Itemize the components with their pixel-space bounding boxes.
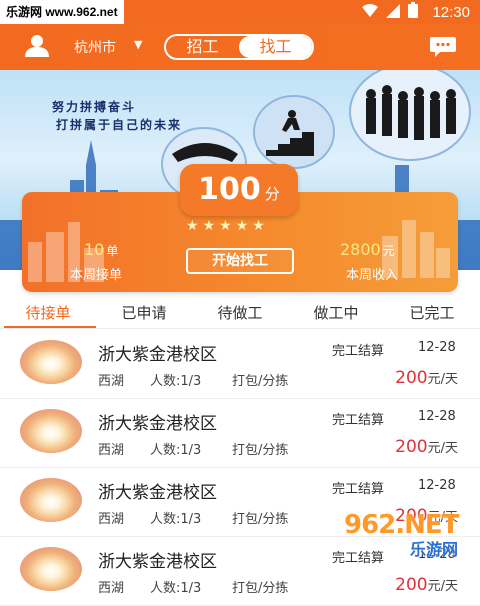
orders-number: 10 bbox=[84, 240, 105, 259]
orders-unit: 单 bbox=[106, 244, 119, 258]
battery-icon bbox=[408, 2, 419, 22]
star-icon: ★ bbox=[252, 218, 265, 234]
job-title: 浙大紫金港校区 bbox=[98, 414, 217, 434]
job-price-value: 200 bbox=[395, 368, 428, 388]
job-list: 浙大紫金港校区 完工结算 12-28 西湖 人数:1/3 打包/分拣 200元/… bbox=[0, 330, 480, 606]
job-thumbnail bbox=[20, 478, 82, 522]
job-title: 浙大紫金港校区 bbox=[98, 483, 217, 503]
job-thumbnail bbox=[20, 409, 82, 453]
job-headcount: 人数:1/3 bbox=[150, 443, 202, 458]
status-bar: 乐游网 www.962.net 12:30 bbox=[0, 0, 480, 24]
job-price: 200元/天 bbox=[395, 368, 458, 388]
wifi-icon bbox=[362, 3, 379, 22]
job-work-type: 打包/分拣 bbox=[232, 374, 289, 389]
app-bar: 杭州市 ▼ 招工 找工 bbox=[0, 24, 480, 70]
job-work-type: 打包/分拣 bbox=[232, 512, 289, 527]
user-icon[interactable] bbox=[24, 35, 50, 61]
job-date: 12-28 bbox=[418, 478, 456, 493]
job-settlement: 完工结算 bbox=[332, 413, 385, 428]
job-settlement: 完工结算 bbox=[332, 344, 385, 359]
rating-stars: ★ ★ ★ ★ ★ bbox=[186, 218, 265, 234]
banner-slogan-line2: 打拼属于自己的未来 bbox=[56, 118, 183, 132]
signal-icon bbox=[386, 3, 401, 22]
weekly-income-value: 2800 元 bbox=[340, 240, 395, 259]
tab-applied[interactable]: 已申请 bbox=[96, 298, 192, 328]
job-work-type: 打包/分拣 bbox=[232, 581, 289, 596]
star-icon: ★ bbox=[186, 218, 199, 234]
star-icon: ★ bbox=[219, 218, 232, 234]
job-date: 12-28 bbox=[418, 409, 456, 424]
job-title: 浙大紫金港校区 bbox=[98, 552, 217, 572]
weekly-orders-value: 10 单 bbox=[84, 240, 118, 259]
income-unit: 元 bbox=[382, 244, 395, 258]
job-price: 200元/天 bbox=[395, 575, 458, 595]
tab-to-work[interactable]: 待做工 bbox=[192, 298, 288, 328]
watermark-logo-text: 乐游网 bbox=[410, 540, 459, 559]
status-time: 12:30 bbox=[432, 3, 470, 21]
job-headcount: 人数:1/3 bbox=[150, 512, 202, 527]
job-price-value: 200 bbox=[395, 437, 428, 457]
score-unit: 分 bbox=[264, 185, 280, 203]
star-icon: ★ bbox=[202, 218, 216, 234]
chevron-down-icon[interactable]: ▼ bbox=[134, 38, 142, 51]
star-icon: ★ bbox=[235, 218, 249, 234]
job-area: 西湖 bbox=[98, 581, 125, 596]
job-list-item[interactable]: 浙大紫金港校区 完工结算 12-28 西湖 人数:1/3 打包/分拣 200元/… bbox=[0, 399, 480, 468]
job-headcount: 人数:1/3 bbox=[150, 581, 202, 596]
tab-completed[interactable]: 已完工 bbox=[384, 298, 480, 328]
score-badge: 100 分 bbox=[180, 164, 298, 216]
weekly-orders-label: 本周接单 bbox=[70, 268, 123, 283]
tab-pending[interactable]: 待接单 bbox=[0, 298, 96, 328]
job-price-value: 200 bbox=[395, 575, 428, 595]
job-price-unit: 元/天 bbox=[427, 579, 458, 594]
job-work-type: 打包/分拣 bbox=[232, 443, 289, 458]
city-selector[interactable]: 杭州市 bbox=[74, 37, 116, 57]
order-status-tabs: 待接单 已申请 待做工 做工中 已完工 bbox=[0, 298, 480, 329]
job-area: 西湖 bbox=[98, 443, 125, 458]
site-watermark: 乐游网 www.962.net bbox=[0, 0, 124, 24]
site-logo-watermark: 962.NET 乐游网 bbox=[344, 510, 474, 560]
start-find-job-button[interactable]: 开始找工 bbox=[186, 248, 294, 274]
job-headcount: 人数:1/3 bbox=[150, 374, 202, 389]
job-settlement: 完工结算 bbox=[332, 482, 385, 497]
role-toggle: 招工 找工 bbox=[164, 34, 314, 60]
job-area: 西湖 bbox=[98, 374, 125, 389]
job-date: 12-28 bbox=[418, 340, 456, 355]
job-price-unit: 元/天 bbox=[427, 372, 458, 387]
toggle-find-job[interactable]: 找工 bbox=[239, 36, 312, 58]
income-number: 2800 bbox=[340, 240, 381, 259]
weekly-income-label: 本周收入 bbox=[346, 268, 399, 283]
message-icon[interactable] bbox=[430, 37, 456, 61]
score-value: 100 bbox=[198, 172, 261, 207]
job-area: 西湖 bbox=[98, 512, 125, 527]
tab-working[interactable]: 做工中 bbox=[288, 298, 384, 328]
job-price-unit: 元/天 bbox=[427, 441, 458, 456]
job-title: 浙大紫金港校区 bbox=[98, 345, 217, 365]
banner-slogan-line1: 努力拼搏奋斗 bbox=[52, 100, 137, 114]
job-thumbnail bbox=[20, 547, 82, 591]
job-thumbnail bbox=[20, 340, 82, 384]
job-price: 200元/天 bbox=[395, 437, 458, 457]
job-list-item[interactable]: 浙大紫金港校区 完工结算 12-28 西湖 人数:1/3 打包/分拣 200元/… bbox=[0, 330, 480, 399]
status-icons: 12:30 bbox=[362, 0, 470, 24]
toggle-recruit[interactable]: 招工 bbox=[166, 36, 239, 58]
